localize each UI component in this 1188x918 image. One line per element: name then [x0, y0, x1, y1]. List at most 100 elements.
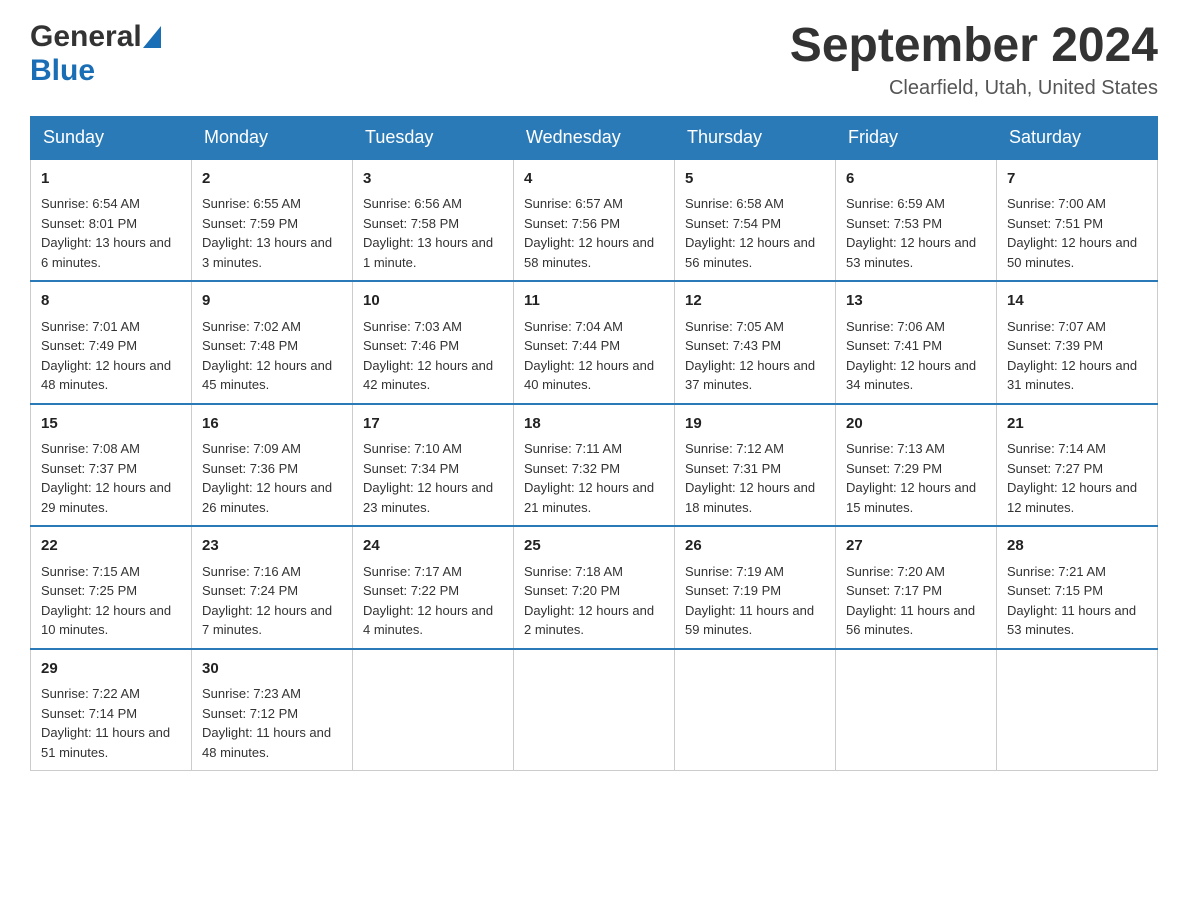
- sunset-text: Sunset: 7:49 PM: [41, 338, 137, 353]
- daylight-text: Daylight: 12 hours and 45 minutes.: [202, 358, 332, 393]
- calendar-cell: 27Sunrise: 7:20 AMSunset: 7:17 PMDayligh…: [836, 526, 997, 649]
- sunset-text: Sunset: 7:25 PM: [41, 583, 137, 598]
- sunset-text: Sunset: 7:22 PM: [363, 583, 459, 598]
- day-info: Sunrise: 7:15 AMSunset: 7:25 PMDaylight:…: [41, 562, 181, 640]
- calendar-cell: 23Sunrise: 7:16 AMSunset: 7:24 PMDayligh…: [192, 526, 353, 649]
- day-number: 28: [1007, 535, 1147, 558]
- daylight-text: Daylight: 11 hours and 53 minutes.: [1007, 603, 1136, 638]
- sunrise-text: Sunrise: 6:55 AM: [202, 196, 301, 211]
- sunset-text: Sunset: 8:01 PM: [41, 216, 137, 231]
- day-info: Sunrise: 7:04 AMSunset: 7:44 PMDaylight:…: [524, 317, 664, 395]
- daylight-text: Daylight: 12 hours and 56 minutes.: [685, 235, 815, 270]
- sunset-text: Sunset: 7:43 PM: [685, 338, 781, 353]
- sunrise-text: Sunrise: 7:08 AM: [41, 441, 140, 456]
- calendar-cell: 1Sunrise: 6:54 AMSunset: 8:01 PMDaylight…: [31, 159, 192, 282]
- sunrise-text: Sunrise: 7:18 AM: [524, 564, 623, 579]
- day-number: 17: [363, 413, 503, 436]
- logo-blue-text: Blue: [30, 54, 95, 87]
- day-info: Sunrise: 7:13 AMSunset: 7:29 PMDaylight:…: [846, 439, 986, 517]
- day-number: 12: [685, 290, 825, 313]
- day-number: 9: [202, 290, 342, 313]
- sunset-text: Sunset: 7:27 PM: [1007, 461, 1103, 476]
- sunset-text: Sunset: 7:20 PM: [524, 583, 620, 598]
- day-info: Sunrise: 7:12 AM Sunset: 7:31 PM Daylight:…: [685, 439, 825, 517]
- week-row-5: 29Sunrise: 7:22 AMSunset: 7:14 PMDayligh…: [31, 649, 1158, 771]
- daylight-text: Daylight: 13 hours and 3 minutes.: [202, 235, 332, 270]
- day-info: Sunrise: 6:57 AM Sunset: 7:56 PM Daylight:…: [524, 194, 664, 272]
- day-info: Sunrise: 7:03 AMSunset: 7:46 PMDaylight:…: [363, 317, 503, 395]
- calendar-cell: [675, 649, 836, 771]
- day-header-friday: Friday: [836, 116, 997, 159]
- calendar-cell: 16Sunrise: 7:09 AMSunset: 7:36 PMDayligh…: [192, 404, 353, 527]
- daylight-text: Daylight: 12 hours and 40 minutes.: [524, 358, 654, 393]
- calendar-cell: 29Sunrise: 7:22 AMSunset: 7:14 PMDayligh…: [31, 649, 192, 771]
- sunset-text: Sunset: 7:39 PM: [1007, 338, 1103, 353]
- sunrise-text: Sunrise: 6:58 AM: [685, 196, 784, 211]
- daylight-text: Daylight: 12 hours and 58 minutes.: [524, 235, 654, 270]
- calendar-cell: 15Sunrise: 7:08 AMSunset: 7:37 PMDayligh…: [31, 404, 192, 527]
- calendar-cell: [353, 649, 514, 771]
- sunrise-text: Sunrise: 7:13 AM: [846, 441, 945, 456]
- calendar-cell: 28Sunrise: 7:21 AMSunset: 7:15 PMDayligh…: [997, 526, 1158, 649]
- calendar-cell: 20Sunrise: 7:13 AMSunset: 7:29 PMDayligh…: [836, 404, 997, 527]
- sunrise-text: Sunrise: 7:19 AM: [685, 564, 784, 579]
- calendar-cell: 2Sunrise: 6:55 AMSunset: 7:59 PMDaylight…: [192, 159, 353, 282]
- sunset-text: Sunset: 7:44 PM: [524, 338, 620, 353]
- sunset-text: Sunset: 7:17 PM: [846, 583, 942, 598]
- calendar-cell: 22 Sunrise: 7:15 AMSunset: 7:25 PMDayligh…: [31, 526, 192, 649]
- day-number: 7: [1007, 168, 1147, 191]
- sunset-text: Sunset: 7:19 PM: [685, 583, 781, 598]
- calendar-cell: 18Sunrise: 7:11 AMSunset: 7:32 PMDayligh…: [514, 404, 675, 527]
- title-area: September 2024 Clearfield, Utah, United …: [790, 20, 1158, 100]
- day-info: Sunrise: 6:58 AMSunset: 7:54 PMDaylight:…: [685, 194, 825, 272]
- daylight-text: Daylight: 12 hours and 48 minutes.: [41, 358, 171, 393]
- day-info: Sunrise: 7:00 AMSunset: 7:51 PMDaylight:…: [1007, 194, 1147, 272]
- daylight-text: Daylight: 12 hours and 26 minutes.: [202, 480, 332, 515]
- daylight-text: Daylight: 12 hours and 2 minutes.: [524, 603, 654, 638]
- day-number: 29: [41, 658, 181, 681]
- sunset-text: Sunset: 7:34 PM: [363, 461, 459, 476]
- day-info: Sunrise: 7:08 AMSunset: 7:37 PMDaylight:…: [41, 439, 181, 517]
- sunset-text: Sunset: 7:46 PM: [363, 338, 459, 353]
- day-header-saturday: Saturday: [997, 116, 1158, 159]
- sunset-text: Sunset: 7:41 PM: [846, 338, 942, 353]
- sunrise-text: Sunrise: 7:05 AM: [685, 319, 784, 334]
- sunset-text: Sunset: 7:31 PM: [685, 461, 781, 476]
- calendar-cell: [997, 649, 1158, 771]
- day-number: 26: [685, 535, 825, 558]
- day-number: 23: [202, 535, 342, 558]
- day-number: 10: [363, 290, 503, 313]
- sunrise-text: Sunrise: 7:16 AM: [202, 564, 301, 579]
- sunset-text: Sunset: 7:15 PM: [1007, 583, 1103, 598]
- daylight-text: Daylight: 12 hours and 12 minutes.: [1007, 480, 1137, 515]
- sunrise-text: Sunrise: 7:12 AM: [685, 441, 784, 456]
- calendar-cell: 17Sunrise: 7:10 AMSunset: 7:34 PMDayligh…: [353, 404, 514, 527]
- day-number: 25: [524, 535, 664, 558]
- calendar-cell: 11Sunrise: 7:04 AMSunset: 7:44 PMDayligh…: [514, 281, 675, 404]
- calendar-cell: 5Sunrise: 6:58 AMSunset: 7:54 PMDaylight…: [675, 159, 836, 282]
- day-header-sunday: Sunday: [31, 116, 192, 159]
- sunrise-text: Sunrise: 7:11 AM: [524, 441, 622, 456]
- day-info: Sunrise: 6:56 AMSunset: 7:58 PMDaylight:…: [363, 194, 503, 272]
- daylight-text: Daylight: 12 hours and 18 minutes.: [685, 480, 815, 515]
- sunrise-text: Sunrise: 7:06 AM: [846, 319, 945, 334]
- sunset-text: Sunset: 7:24 PM: [202, 583, 298, 598]
- day-number: 24: [363, 535, 503, 558]
- calendar-cell: 8Sunrise: 7:01 AMSunset: 7:49 PMDaylight…: [31, 281, 192, 404]
- sunset-text: Sunset: 7:56 PM: [524, 216, 620, 231]
- day-number: 16: [202, 413, 342, 436]
- sunrise-text: Sunrise: 7:23 AM: [202, 686, 301, 701]
- day-info: Sunrise: 7:05 AM Sunset: 7:43 PM Daylight:…: [685, 317, 825, 395]
- calendar-cell: 3Sunrise: 6:56 AMSunset: 7:58 PMDaylight…: [353, 159, 514, 282]
- days-header-row: SundayMondayTuesdayWednesdayThursdayFrid…: [31, 116, 1158, 159]
- daylight-text: Daylight: 12 hours and 37 minutes.: [685, 358, 815, 393]
- sunrise-text: Sunrise: 6:57 AM: [524, 196, 623, 211]
- week-row-2: 8Sunrise: 7:01 AMSunset: 7:49 PMDaylight…: [31, 281, 1158, 404]
- day-number: 22: [41, 535, 181, 558]
- sunset-text: Sunset: 7:58 PM: [363, 216, 459, 231]
- day-info: Sunrise: 7:20 AMSunset: 7:17 PMDaylight:…: [846, 562, 986, 640]
- calendar-cell: 21Sunrise: 7:14 AMSunset: 7:27 PMDayligh…: [997, 404, 1158, 527]
- sunset-text: Sunset: 7:59 PM: [202, 216, 298, 231]
- calendar-cell: 24Sunrise: 7:17 AMSunset: 7:22 PMDayligh…: [353, 526, 514, 649]
- day-header-wednesday: Wednesday: [514, 116, 675, 159]
